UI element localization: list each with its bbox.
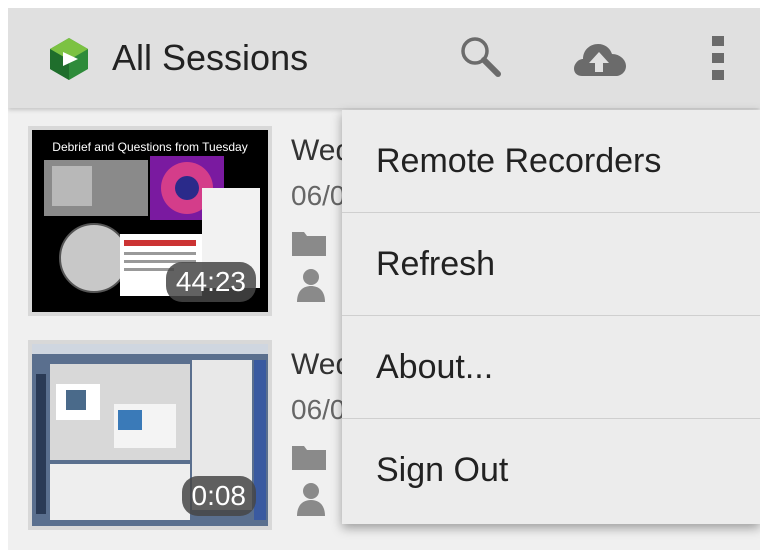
menu-item-about[interactable]: About... xyxy=(342,316,760,419)
person-icon xyxy=(297,269,325,302)
session-thumbnail: 0:08 xyxy=(32,344,268,526)
menu-item-refresh[interactable]: Refresh xyxy=(342,213,760,316)
menu-item-sign-out[interactable]: Sign Out xyxy=(342,419,760,522)
screen: All Sessions Debrief and Questions from … xyxy=(8,8,760,550)
duration-badge: 0:08 xyxy=(181,476,256,516)
overflow-menu: Remote Recorders Refresh About... Sign O… xyxy=(342,110,760,524)
session-date: 06/0 xyxy=(291,394,346,425)
session-thumbnail: Debrief and Questions from Tuesday 44:23 xyxy=(32,130,268,312)
search-icon[interactable] xyxy=(458,34,502,78)
panopto-logo-icon xyxy=(50,38,88,80)
session-thumbnail-frame[interactable]: Debrief and Questions from Tuesday 44:23 xyxy=(28,126,272,316)
overflow-menu-icon[interactable] xyxy=(708,34,728,82)
menu-item-remote-recorders[interactable]: Remote Recorders xyxy=(342,110,760,213)
app-bar: All Sessions xyxy=(8,8,760,108)
person-icon xyxy=(297,483,325,516)
page-title: All Sessions xyxy=(112,37,309,78)
cloud-upload-icon[interactable] xyxy=(570,36,628,80)
session-date: 06/0 xyxy=(291,180,346,211)
session-thumbnail-frame[interactable]: 0:08 xyxy=(28,340,272,530)
duration-badge: 44:23 xyxy=(165,262,256,302)
folder-icon xyxy=(292,232,326,256)
folder-icon xyxy=(292,446,326,470)
